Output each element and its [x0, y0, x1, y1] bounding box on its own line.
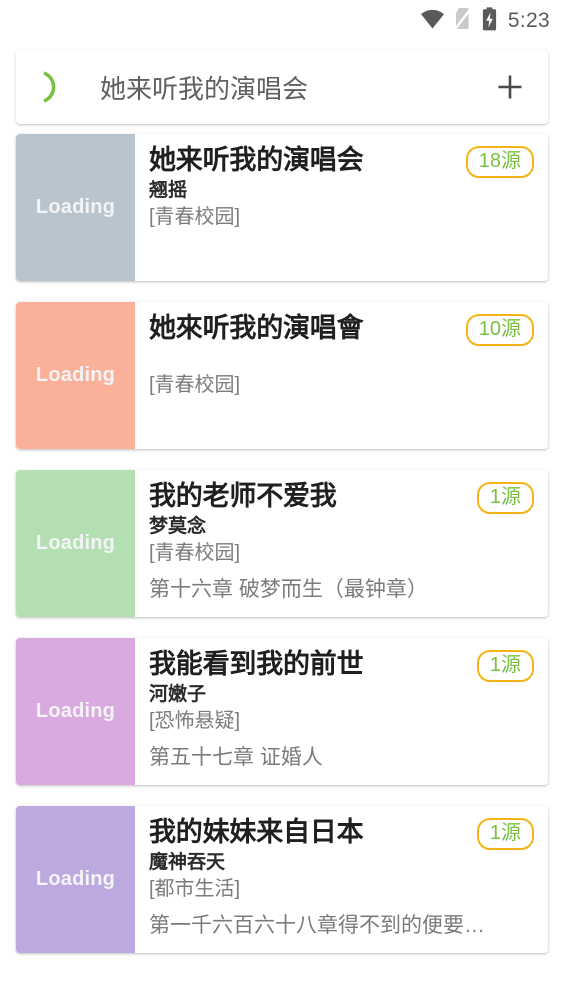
search-bar[interactable]: 她来听我的演唱会 [16, 50, 548, 124]
battery-charging-icon [482, 6, 497, 36]
list-item[interactable]: Loading 她来听我的演唱会 翘摇 [青春校园] 18源 [16, 134, 548, 281]
book-cover-thumbnail: Loading [16, 638, 135, 785]
book-category: [都市生活] [149, 877, 241, 900]
status-bar-icons [420, 6, 497, 36]
source-count-badge: 1源 [476, 818, 534, 851]
cover-loading-label: Loading [35, 700, 116, 722]
source-count-badge: 10源 [465, 314, 534, 347]
book-category: [青春校园] [149, 541, 241, 564]
book-cover-thumbnail: Loading [16, 302, 135, 449]
list-item-body: 她来听我的演唱会 翘摇 [青春校园] 18源 [135, 134, 548, 281]
add-book-button[interactable] [490, 67, 530, 107]
status-bar-clock: 5:23 [507, 9, 550, 32]
no-sim-icon [454, 7, 473, 35]
book-latest-chapter: 第一千六百六十八章得不到的便要… [149, 913, 485, 937]
book-category: [青春校园] [149, 373, 241, 396]
book-author: 魔神吞天 [149, 851, 226, 873]
search-results-list: Loading 她来听我的演唱会 翘摇 [青春校园] 18源 Loading 她… [0, 130, 564, 953]
list-item-body: 我能看到我的前世 河嫩子 [恐怖悬疑] 第五十七章 证婚人 1源 [135, 638, 548, 785]
list-item[interactable]: Loading 我的妹妹来自日本 魔神吞天 [都市生活] 第一千六百六十八章得不… [16, 806, 548, 953]
cover-loading-label: Loading [35, 364, 116, 386]
source-count-badge: 1源 [476, 650, 534, 683]
book-category: [青春校园] [149, 205, 241, 228]
loading-arc-icon [38, 67, 72, 107]
cover-loading-label: Loading [35, 196, 116, 218]
status-bar: 5:23 [0, 0, 564, 42]
book-author: 翘摇 [149, 179, 188, 201]
list-item[interactable]: Loading 我能看到我的前世 河嫩子 [恐怖悬疑] 第五十七章 证婚人 1源 [16, 638, 548, 785]
search-input[interactable]: 她来听我的演唱会 [72, 69, 490, 106]
search-bar-container: 她来听我的演唱会 [0, 42, 564, 130]
source-count-badge: 18源 [465, 146, 534, 179]
book-author: 河嫩子 [149, 683, 207, 705]
book-author: 梦莫念 [149, 515, 207, 537]
list-item-body: 我的老师不爱我 梦莫念 [青春校园] 第十六章 破梦而生（最钟章） 1源 [135, 470, 548, 617]
list-item-body: 她來听我的演唱會 [青春校园] 10源 [135, 302, 548, 449]
list-item-body: 我的妹妹来自日本 魔神吞天 [都市生活] 第一千六百六十八章得不到的便要… 1源 [135, 806, 548, 953]
cover-loading-label: Loading [35, 532, 116, 554]
book-cover-thumbnail: Loading [16, 134, 135, 281]
list-item[interactable]: Loading 她來听我的演唱會 [青春校园] 10源 [16, 302, 548, 449]
wifi-icon [420, 9, 445, 34]
book-latest-chapter: 第十六章 破梦而生（最钟章） [149, 577, 428, 601]
book-cover-thumbnail: Loading [16, 806, 135, 953]
book-cover-thumbnail: Loading [16, 470, 135, 617]
source-count-badge: 1源 [476, 482, 534, 515]
cover-loading-label: Loading [35, 868, 116, 890]
book-latest-chapter: 第五十七章 证婚人 [149, 745, 323, 769]
book-category: [恐怖悬疑] [149, 709, 241, 732]
list-item[interactable]: Loading 我的老师不爱我 梦莫念 [青春校园] 第十六章 破梦而生（最钟章… [16, 470, 548, 617]
book-author [149, 346, 534, 372]
